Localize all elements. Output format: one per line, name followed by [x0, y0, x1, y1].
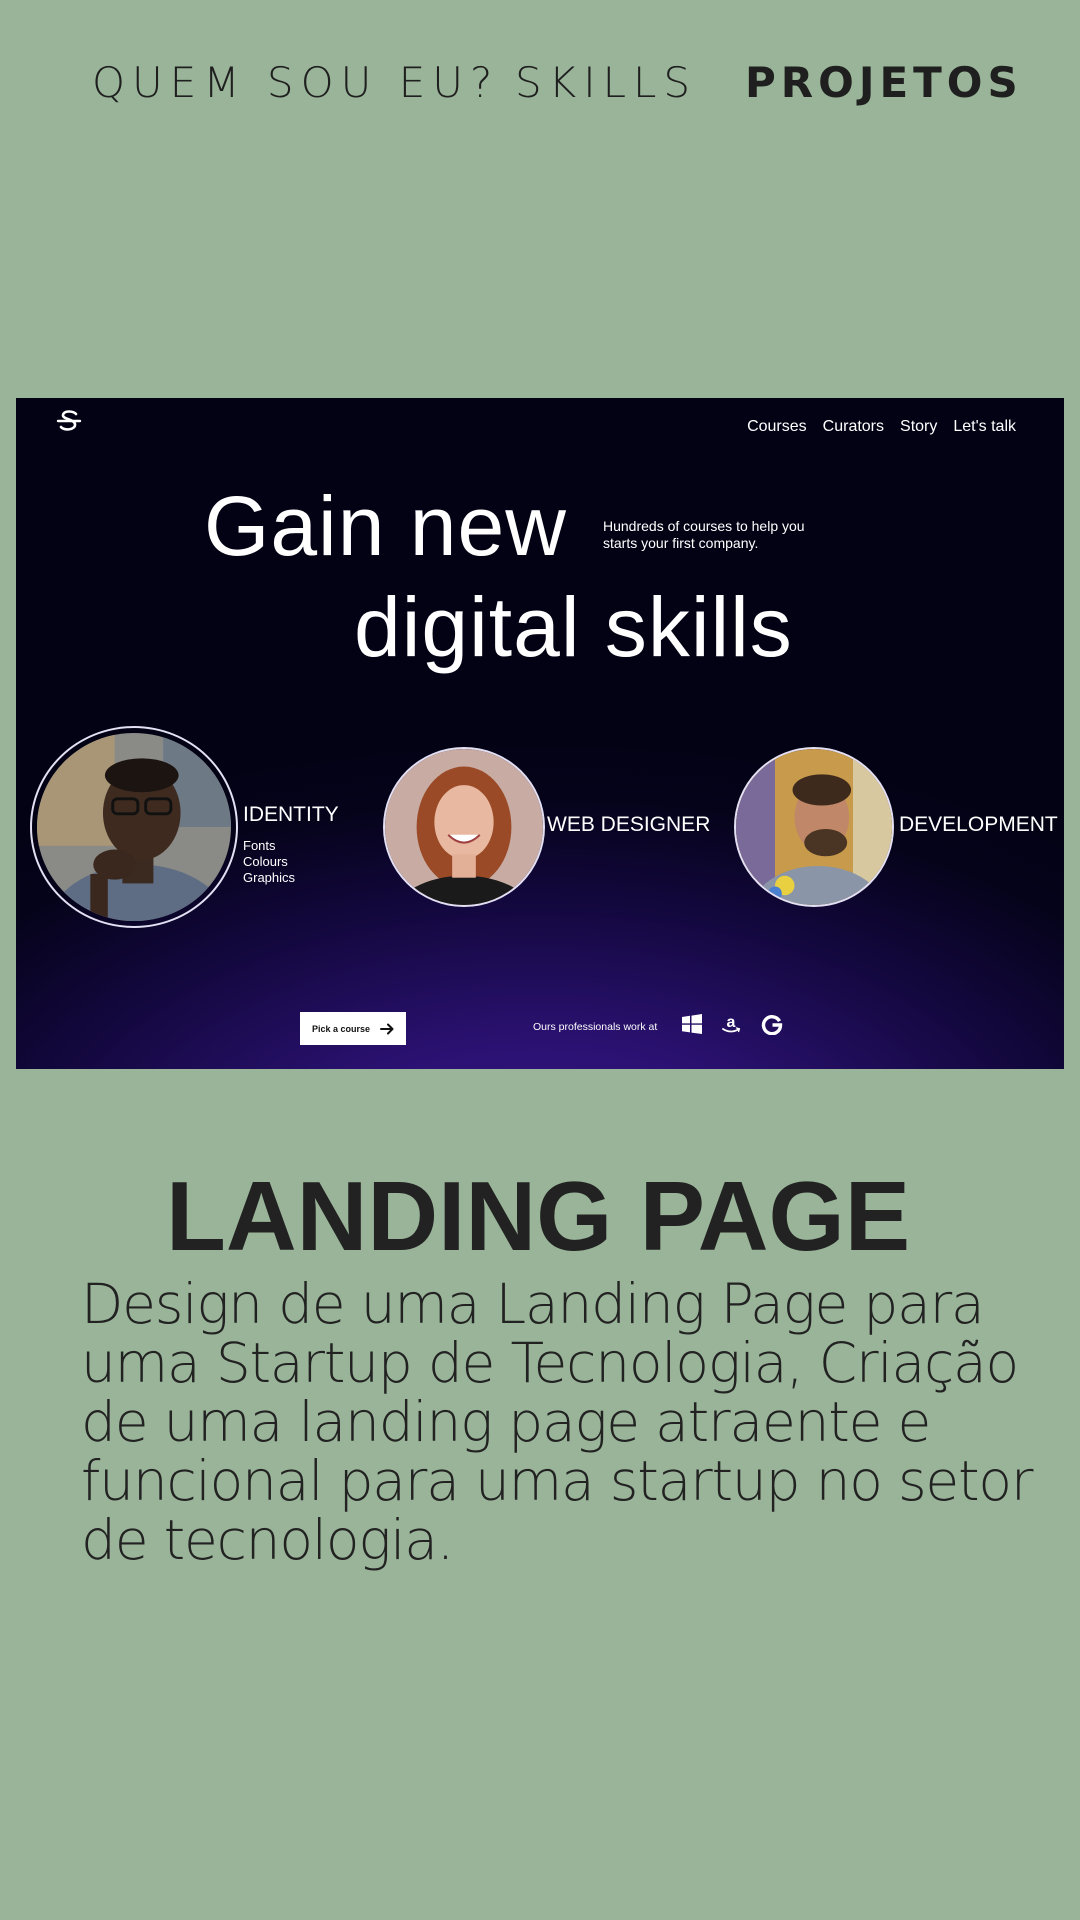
project-description: Design de uma Landing Page para uma Star… [81, 1272, 1033, 1572]
hero-subtitle: Hundreds of courses to help you starts y… [603, 518, 805, 551]
screenshot-nav-lets-talk: Let's talk [953, 418, 1016, 435]
hero-heading-line1: Gain new [204, 479, 567, 573]
development-avatar [734, 747, 894, 907]
identity-item-fonts: Fonts [243, 838, 276, 853]
hero-heading-line2: digital skills [354, 580, 793, 674]
identity-item-graphics: Graphics [243, 870, 296, 885]
identity-sub-items: Fonts Colours Graphics [243, 838, 295, 886]
nav-link-skills[interactable]: SKILLS [515, 58, 697, 107]
pick-course-button[interactable]: Pick a course [300, 1012, 406, 1045]
screenshot-nav-courses: Courses [747, 418, 807, 435]
pick-course-label: Pick a course [311, 1023, 371, 1034]
category-web-designer: WEB DESIGNER [547, 813, 711, 836]
google-icon [761, 1015, 783, 1035]
screenshot-nav-curators: Curators [822, 418, 885, 435]
amazon-icon: a [722, 1014, 741, 1033]
project-screenshot: Courses Curators Story Let's talk Gain n… [16, 398, 1064, 1069]
project-title: LANDING PAGE [166, 1161, 911, 1271]
arrow-right-icon [380, 1023, 394, 1034]
professionals-text: Ours professionals work at [533, 1021, 658, 1033]
svg-text:a: a [727, 1014, 736, 1031]
top-nav: QUEM SOU EU? SKILLS PROJETOS [0, 0, 1080, 165]
screenshot-nav-story: Story [900, 418, 938, 435]
logo-icon [56, 410, 82, 431]
identity-avatar [30, 726, 238, 928]
screenshot-nav: Courses Curators Story Let's talk [747, 418, 1016, 436]
identity-item-colours: Colours [243, 854, 288, 869]
category-development: DEVELOPMENT [899, 813, 1058, 836]
category-identity: IDENTITY [243, 803, 339, 826]
web-designer-avatar [383, 747, 545, 907]
windows-icon [682, 1014, 702, 1034]
nav-link-quem-sou-eu[interactable]: QUEM SOU EU? [92, 58, 499, 107]
nav-link-projetos[interactable]: PROJETOS [745, 58, 1023, 107]
